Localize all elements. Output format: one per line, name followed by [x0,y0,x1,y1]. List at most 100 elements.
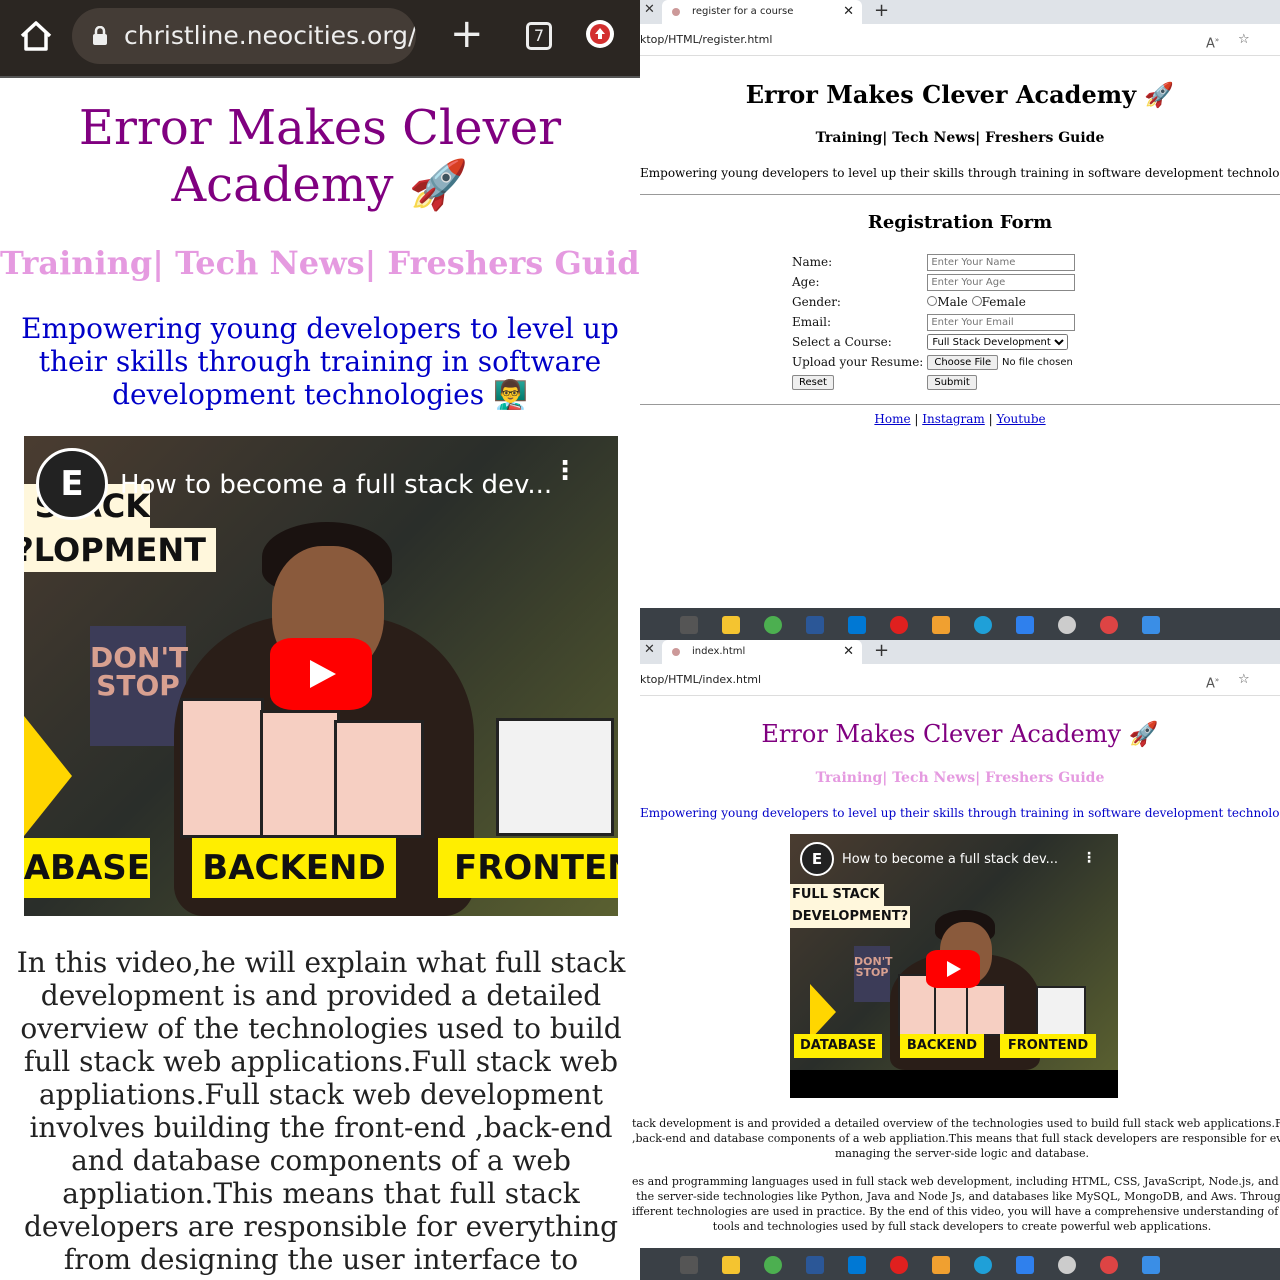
course-label: Select a Course: [792,335,892,349]
settings-icon[interactable] [1058,616,1076,634]
file-explorer-icon[interactable] [722,616,740,634]
footer-links: Home | Instagram | Youtube [874,412,1046,426]
task-view-icon[interactable] [680,616,698,634]
home-icon[interactable] [18,18,54,54]
nav-links[interactable]: Training| Tech News| Freshers Guide [640,130,1280,146]
file-explorer-icon[interactable] [722,1256,740,1274]
link-home[interactable]: Home [874,412,910,426]
task-view-icon[interactable] [680,1256,698,1274]
building-3 [334,720,424,838]
lock-icon [93,26,107,45]
channel-logo[interactable]: E [800,842,834,876]
tab-bar: ✕ register for a course ✕ + [640,0,1280,24]
description-line: ifferent technologies are used in practi… [632,1205,1280,1218]
building-2 [260,710,340,838]
play-button[interactable] [270,638,372,710]
resume-label: Upload your Resume: [792,355,924,369]
male-radio[interactable] [927,296,938,306]
opera-icon[interactable] [890,1256,908,1274]
tab-label: index.html [692,646,746,657]
name-field[interactable] [927,253,1076,271]
house [1036,986,1086,1036]
register-window: ✕ register for a course ✕ + ktop/HTML/reg… [640,0,1280,606]
tab-register[interactable]: register for a course ✕ [662,0,862,24]
tagline: Empowering young developers to level up … [640,166,1280,180]
reset-button[interactable]: Reset [792,375,834,390]
store-icon[interactable] [932,616,950,634]
settings-icon[interactable] [1058,1256,1076,1274]
female-label: Female [981,295,1026,309]
read-aloud-icon[interactable]: A» [1206,24,1219,60]
chrome-icon[interactable] [764,616,782,634]
favorite-star-icon[interactable]: ☆ [1238,24,1250,56]
video-embed[interactable]: DON'T STOP FULL STACK DEVELOPMENT? DATAB… [790,834,1118,1098]
link-instagram[interactable]: Instagram [922,412,985,426]
play-button[interactable] [926,950,980,988]
poster-sign: DON'T STOP [854,946,893,1002]
tab-count-button[interactable]: 7 [526,22,552,50]
tab-index[interactable]: index.html ✕ [662,640,862,664]
word-icon[interactable] [806,1256,824,1274]
building-2 [934,980,970,1036]
no-file-text: No file chosen [1002,357,1073,368]
mobile-browser-bar: christline.neocities.org/ev + 7 [0,0,640,78]
building-1 [180,698,264,838]
video-title[interactable]: How to become a full stack dev... [842,852,1058,867]
video-caption-bottom: LOPMENT? [24,528,216,572]
opera-icon[interactable] [890,616,908,634]
vscode-icon[interactable] [1016,616,1034,634]
label-database: DATABASE [794,1034,882,1058]
edge-icon[interactable] [974,1256,992,1274]
nav-links[interactable]: Training| Tech News| Freshers Guide [0,244,640,282]
chrome-profile-icon[interactable] [1100,1256,1118,1274]
edge-icon[interactable] [974,616,992,634]
read-aloud-icon[interactable]: A» [1206,664,1219,700]
url-bar[interactable]: christline.neocities.org/ev [72,8,416,64]
lightning-bolt [810,984,836,1040]
new-tab-icon[interactable]: + [874,0,889,22]
female-radio[interactable] [971,296,982,306]
divider [640,194,1280,195]
submit-button[interactable]: Submit [927,375,977,390]
nav-links[interactable]: Training| Tech News| Freshers Guide [640,770,1280,786]
new-tab-icon[interactable]: + [874,640,889,662]
photos-icon[interactable] [1142,1256,1160,1274]
vscode-icon[interactable] [1016,1256,1034,1274]
favorite-star-icon[interactable]: ☆ [1238,664,1250,696]
word-icon[interactable] [806,616,824,634]
channel-logo[interactable]: E [36,448,108,520]
address-bar[interactable]: ktop/HTML/register.html A» ☆ [640,24,1280,56]
description-line: es and programming languages used in ful… [632,1175,1280,1188]
photos-icon[interactable] [1142,616,1160,634]
address-bar[interactable]: ktop/HTML/index.html A» ☆ [640,664,1280,696]
label-database: ABASE [24,838,150,898]
favicon-icon [672,648,680,656]
poster-sign: DON'T STOP [90,626,188,746]
video-embed[interactable]: DON'T STOP STACK LOPMENT? ABASE BACKEND … [24,436,618,916]
chrome-icon[interactable] [764,1256,782,1274]
close-tab-icon[interactable]: ✕ [843,640,854,664]
lightning-bolt [24,716,72,836]
male-label: Male [937,295,968,309]
close-window-icon[interactable]: ✕ [644,642,655,657]
mail-icon[interactable] [848,616,866,634]
mail-icon[interactable] [848,1256,866,1274]
video-caption-bottom: DEVELOPMENT? [790,906,910,928]
more-options-icon[interactable]: ⋮ [1082,850,1096,866]
course-select[interactable]: Full Stack Development [927,334,1069,351]
close-window-icon[interactable]: ✕ [644,2,655,17]
more-options-icon[interactable]: ⋮ [552,458,578,484]
gender-label: Gender: [792,295,841,309]
building-3 [966,984,1006,1036]
age-field[interactable] [927,273,1076,291]
video-title[interactable]: How to become a full stack dev... [120,470,552,500]
upgrade-icon[interactable] [586,20,614,48]
page-title: Error Makes Clever Academy 🚀 [78,100,562,213]
link-youtube[interactable]: Youtube [996,412,1045,426]
store-icon[interactable] [932,1256,950,1274]
choose-file-button[interactable]: Choose File [927,355,999,370]
email-field[interactable] [927,313,1076,331]
chrome-profile-icon[interactable] [1100,616,1118,634]
close-tab-icon[interactable]: ✕ [843,0,854,24]
new-tab-icon[interactable]: + [450,14,484,54]
